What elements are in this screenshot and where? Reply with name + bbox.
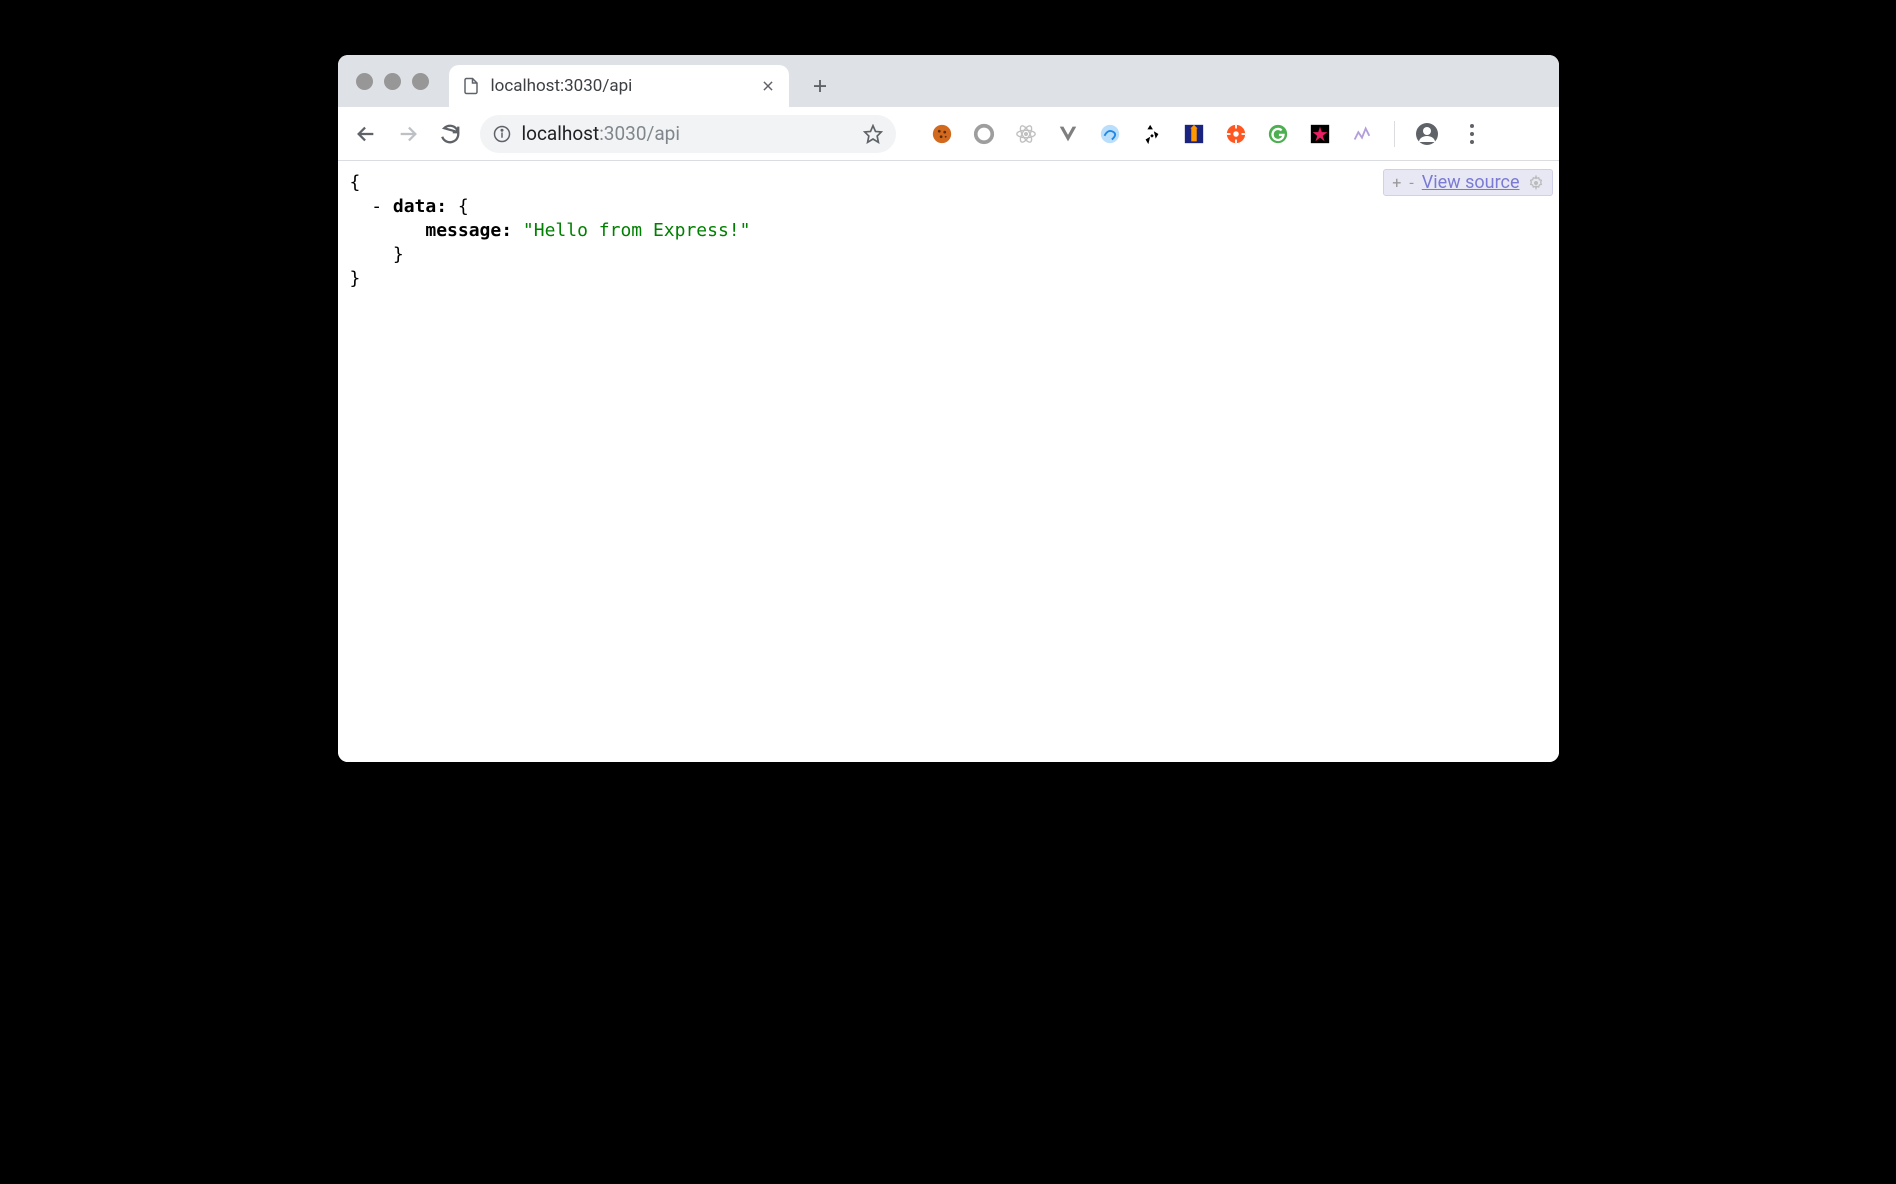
- address-bar[interactable]: localhost:3030/api: [480, 115, 896, 153]
- gear-icon[interactable]: [1528, 175, 1544, 191]
- view-source-link[interactable]: View source: [1422, 172, 1520, 193]
- json-key-message: message:: [425, 220, 512, 241]
- json-line: message: "Hello from Express!": [350, 219, 1547, 243]
- json-line: - data: {: [350, 195, 1547, 219]
- bookmark-star-icon[interactable]: [862, 123, 884, 145]
- window-controls: [350, 55, 439, 107]
- extension-vue-icon[interactable]: [1056, 122, 1080, 146]
- url-text: localhost:3030/api: [522, 122, 852, 145]
- json-key-data: data:: [393, 196, 447, 217]
- json-line: }: [350, 267, 1547, 291]
- brace: {: [458, 196, 469, 217]
- reload-button[interactable]: [432, 116, 468, 152]
- browser-window: localhost:3030/api localhost:3030/api: [338, 55, 1559, 762]
- toolbar-divider: [1394, 121, 1395, 147]
- forward-button[interactable]: [390, 116, 426, 152]
- close-tab-button[interactable]: [759, 77, 777, 95]
- extension-ring-icon[interactable]: [972, 122, 996, 146]
- extension-orange-icon[interactable]: [1224, 122, 1248, 146]
- page-content: + - View source { - data: { message: "He…: [338, 161, 1559, 762]
- toolbar: localhost:3030/api: [338, 107, 1559, 161]
- json-line: }: [350, 243, 1547, 267]
- profile-button[interactable]: [1415, 122, 1439, 146]
- extension-star-icon[interactable]: [1308, 122, 1332, 146]
- new-tab-button[interactable]: [803, 69, 837, 103]
- brace: }: [393, 244, 404, 265]
- extension-cookie-icon[interactable]: [930, 122, 954, 146]
- brace: {: [350, 172, 361, 193]
- extension-lighthouse-icon[interactable]: [1182, 122, 1206, 146]
- json-viewer-toolbar: + - View source: [1383, 169, 1552, 196]
- maximize-window-button[interactable]: [412, 73, 429, 90]
- tab-bar: localhost:3030/api: [338, 55, 1559, 107]
- page-icon: [461, 76, 481, 96]
- extension-misc-icon[interactable]: [1350, 122, 1374, 146]
- browser-tab[interactable]: localhost:3030/api: [449, 65, 789, 107]
- extension-swirl-icon[interactable]: [1098, 122, 1122, 146]
- extensions-area: [930, 119, 1487, 149]
- site-info-icon[interactable]: [492, 124, 512, 144]
- back-button[interactable]: [348, 116, 384, 152]
- extension-grammarly-icon[interactable]: [1266, 122, 1290, 146]
- collapse-toggle[interactable]: -: [371, 196, 382, 217]
- url-host: localhost: [522, 122, 600, 145]
- minimize-window-button[interactable]: [384, 73, 401, 90]
- close-window-button[interactable]: [356, 73, 373, 90]
- collapse-all-button[interactable]: -: [1409, 173, 1413, 192]
- json-line: {: [350, 171, 1547, 195]
- tab-title: localhost:3030/api: [491, 76, 749, 96]
- json-viewer: { - data: { message: "Hello from Express…: [338, 161, 1559, 301]
- json-value-message: "Hello from Express!": [523, 220, 751, 241]
- brace: }: [350, 268, 361, 289]
- expand-all-button[interactable]: +: [1392, 173, 1401, 192]
- extension-recycle-icon[interactable]: [1140, 122, 1164, 146]
- url-rest: :3030/api: [599, 122, 680, 145]
- extension-atom-icon[interactable]: [1014, 122, 1038, 146]
- chrome-menu-button[interactable]: [1457, 119, 1487, 149]
